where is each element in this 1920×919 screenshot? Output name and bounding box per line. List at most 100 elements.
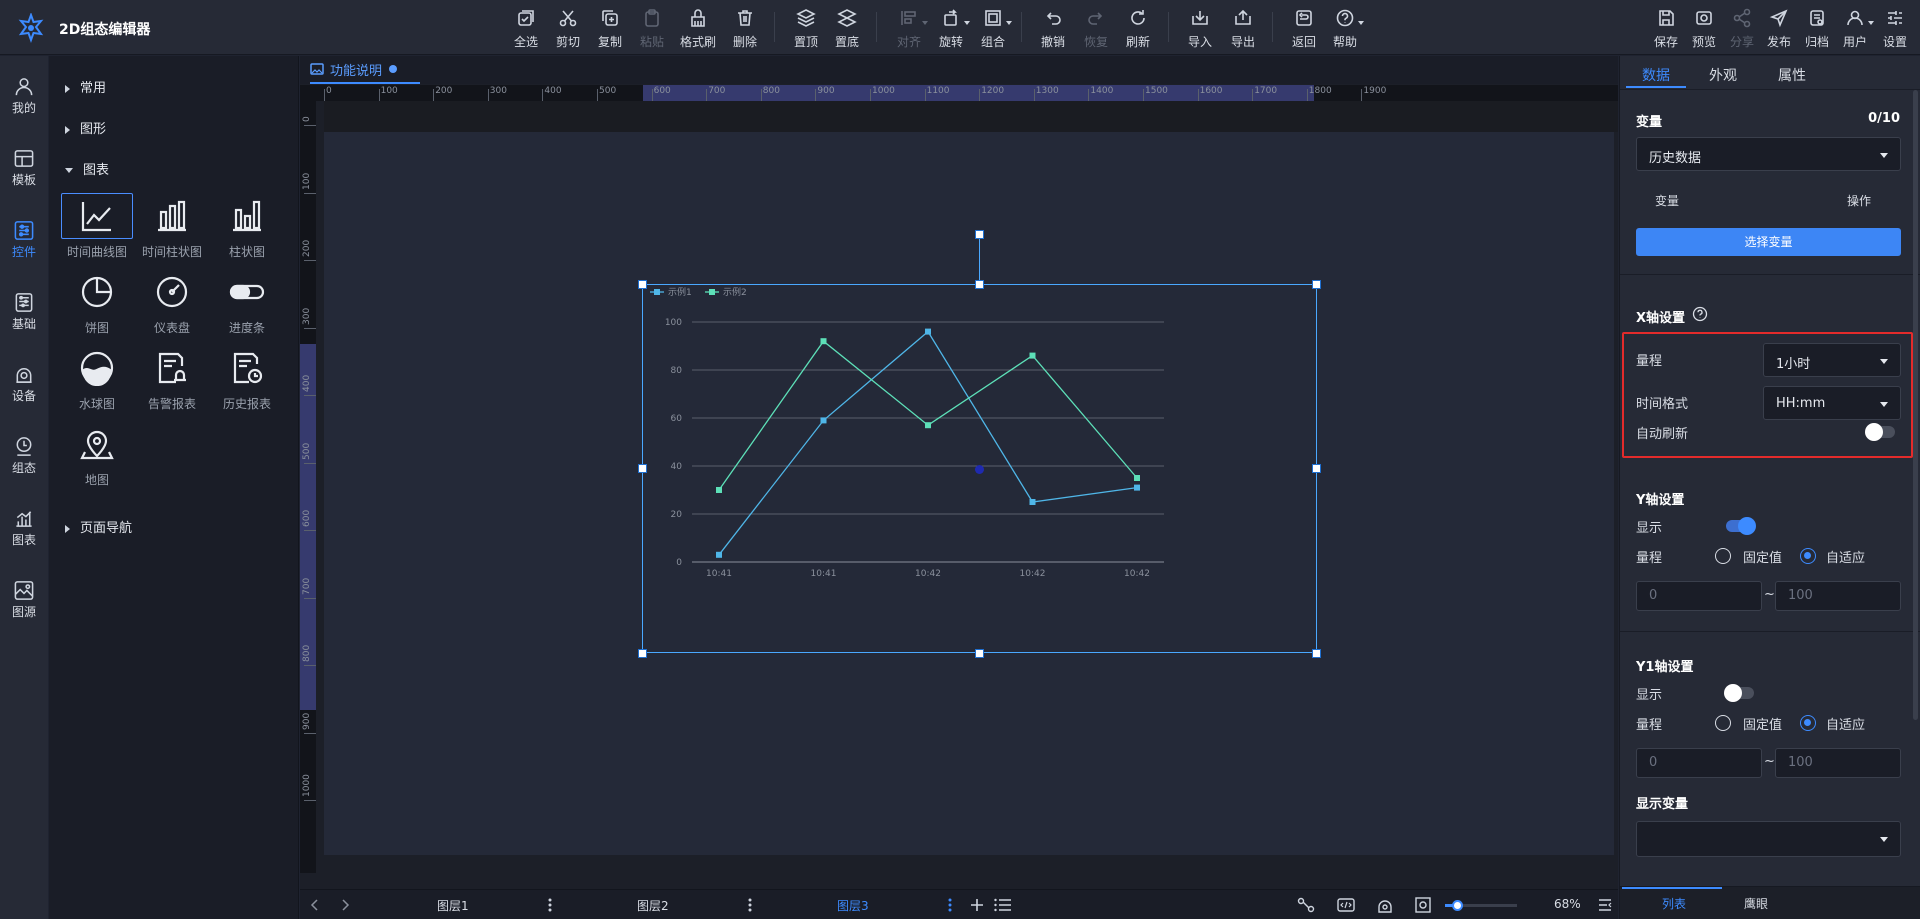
nav-item-image-source[interactable]: 图源 xyxy=(0,560,48,620)
comp-progress-bar[interactable]: 进度条 xyxy=(210,269,284,339)
nav-item-my[interactable]: 我的 xyxy=(0,56,48,116)
select-all-button[interactable]: 全选 xyxy=(505,8,547,50)
more-vertical-icon[interactable] xyxy=(948,898,952,912)
yaxis-min-input[interactable]: 0 xyxy=(1636,581,1762,611)
export-button[interactable]: 导出 xyxy=(1222,8,1264,50)
resize-handle-s[interactable] xyxy=(975,649,984,658)
display-variable-select[interactable] xyxy=(1636,821,1901,857)
group-button[interactable]: 组合 xyxy=(972,8,1014,50)
delete-button[interactable]: 删除 xyxy=(724,8,766,50)
nav-item-basic[interactable]: 基础 xyxy=(0,272,48,332)
resize-handle-n[interactable] xyxy=(975,280,984,289)
comp-alarm-report[interactable]: 告警报表 xyxy=(135,345,209,415)
group-common[interactable]: 常用 xyxy=(65,77,106,96)
layer-tab-1[interactable]: 图层1 xyxy=(437,897,469,914)
yaxis-show-toggle[interactable] xyxy=(1726,517,1756,535)
zoom-slider-handle[interactable] xyxy=(1452,900,1463,911)
more-vertical-icon[interactable] xyxy=(748,898,752,912)
device-bind-icon[interactable] xyxy=(1376,897,1394,913)
code-icon[interactable] xyxy=(1337,897,1355,913)
resize-handle-e[interactable] xyxy=(1312,464,1321,473)
panel-scrollbar[interactable] xyxy=(1913,90,1918,720)
y1axis-min-input[interactable]: 0 xyxy=(1636,748,1762,778)
tab-properties[interactable]: 属性 xyxy=(1778,65,1806,85)
send-to-back-button[interactable]: 置底 xyxy=(826,8,868,50)
format-brush-button[interactable]: 格式刷 xyxy=(677,8,719,50)
resize-handle-w[interactable] xyxy=(638,464,647,473)
nav-item-widget[interactable]: 控件 xyxy=(0,200,48,260)
layer-tab-2[interactable]: 图层2 xyxy=(637,897,669,914)
comp-pie-chart[interactable]: 饼图 xyxy=(60,269,134,339)
undo-button[interactable]: 撤销 xyxy=(1032,8,1074,50)
save-button[interactable]: 保存 xyxy=(1645,8,1687,50)
comp-gauge[interactable]: 仪表盘 xyxy=(135,269,209,339)
paste-button[interactable]: 粘贴 xyxy=(631,8,673,50)
comp-time-bar-chart[interactable]: 时间柱状图 xyxy=(135,193,209,263)
cut-button[interactable]: 剪切 xyxy=(547,8,589,50)
bring-to-front-button[interactable]: 置顶 xyxy=(785,8,827,50)
time-format-select[interactable]: HH:mm xyxy=(1763,386,1901,420)
add-layer-icon[interactable] xyxy=(970,898,984,912)
layer-tab-3[interactable]: 图层3 xyxy=(837,897,869,914)
y1axis-fixed-radio[interactable] xyxy=(1715,715,1731,731)
align-button[interactable]: 对齐 xyxy=(888,8,930,50)
refresh-button[interactable]: 刷新 xyxy=(1117,8,1159,50)
resize-handle-ne[interactable] xyxy=(1312,280,1321,289)
import-button[interactable]: 导入 xyxy=(1179,8,1221,50)
operation-column-header: 操作 xyxy=(1847,194,1872,208)
rotate-handle[interactable] xyxy=(975,230,984,239)
yaxis-adaptive-radio[interactable] xyxy=(1800,548,1816,564)
comp-map[interactable]: 地图 xyxy=(60,421,134,491)
chevron-right-icon[interactable] xyxy=(340,899,350,911)
resize-handle-sw[interactable] xyxy=(638,649,647,658)
redo-button[interactable]: 恢复 xyxy=(1075,8,1117,50)
share-button[interactable]: 分享 xyxy=(1721,8,1763,50)
data-source-select[interactable]: 历史数据 xyxy=(1636,137,1901,171)
y1axis-max-input[interactable]: 100 xyxy=(1775,748,1901,778)
yaxis-max-input[interactable]: 100 xyxy=(1775,581,1901,611)
group-page-nav[interactable]: 页面导航 xyxy=(65,517,132,536)
archive-button[interactable]: 归档 xyxy=(1796,8,1838,50)
connector-icon[interactable] xyxy=(1297,897,1315,913)
settings-button[interactable]: 设置 xyxy=(1874,8,1916,50)
select-variable-button[interactable]: 选择变量 xyxy=(1636,228,1901,256)
group-charts[interactable]: 图表 xyxy=(65,159,109,178)
xaxis-range-select[interactable]: 1小时 xyxy=(1763,343,1901,377)
nav-item-scada[interactable]: 组态 xyxy=(0,416,48,476)
comp-bar-chart[interactable]: 柱状图 xyxy=(210,193,284,263)
resize-handle-nw[interactable] xyxy=(638,280,647,289)
comp-icon-box xyxy=(211,269,283,315)
yaxis-fixed-radio[interactable] xyxy=(1715,548,1731,564)
nav-item-template[interactable]: 模板 xyxy=(0,128,48,188)
publish-button[interactable]: 发布 xyxy=(1758,8,1800,50)
back-button[interactable]: 返回 xyxy=(1283,8,1325,50)
auto-refresh-toggle[interactable] xyxy=(1865,423,1895,441)
rotate-button[interactable]: 旋转 xyxy=(930,8,972,50)
tab-list[interactable]: 列表 xyxy=(1662,895,1686,912)
y1axis-show-toggle[interactable] xyxy=(1724,684,1754,702)
fit-screen-icon[interactable] xyxy=(1415,897,1431,913)
nav-item-device[interactable]: 设备 xyxy=(0,344,48,404)
tab-appearance[interactable]: 外观 xyxy=(1709,65,1737,85)
more-vertical-icon[interactable] xyxy=(548,898,552,912)
user-button[interactable]: 用户 xyxy=(1834,8,1876,50)
help-button[interactable]: 帮助 xyxy=(1324,8,1366,50)
copy-button[interactable]: 复制 xyxy=(589,8,631,50)
tab-eagle-eye[interactable]: 鹰眼 xyxy=(1744,895,1768,912)
resize-handle-se[interactable] xyxy=(1312,649,1321,658)
collapse-panel-icon[interactable] xyxy=(1598,898,1612,912)
select-value: 历史数据 xyxy=(1649,151,1702,166)
y1axis-adaptive-radio[interactable] xyxy=(1800,715,1816,731)
zoom-slider[interactable] xyxy=(1445,900,1517,911)
tab-feature-description[interactable]: 功能说明 xyxy=(310,56,420,84)
group-shapes[interactable]: 图形 xyxy=(65,118,106,137)
comp-liquid-fill[interactable]: 水球图 xyxy=(60,345,134,415)
comp-history-report[interactable]: 历史报表 xyxy=(210,345,284,415)
nav-item-chart[interactable]: 图表 xyxy=(0,488,48,548)
chevron-left-icon[interactable] xyxy=(310,899,320,911)
comp-time-line-chart[interactable]: 时间曲线图 xyxy=(60,193,134,263)
tab-data[interactable]: 数据 xyxy=(1642,65,1670,85)
layer-list-icon[interactable] xyxy=(994,898,1012,912)
help-circle-icon[interactable] xyxy=(1692,306,1708,322)
preview-button[interactable]: 预览 xyxy=(1683,8,1725,50)
